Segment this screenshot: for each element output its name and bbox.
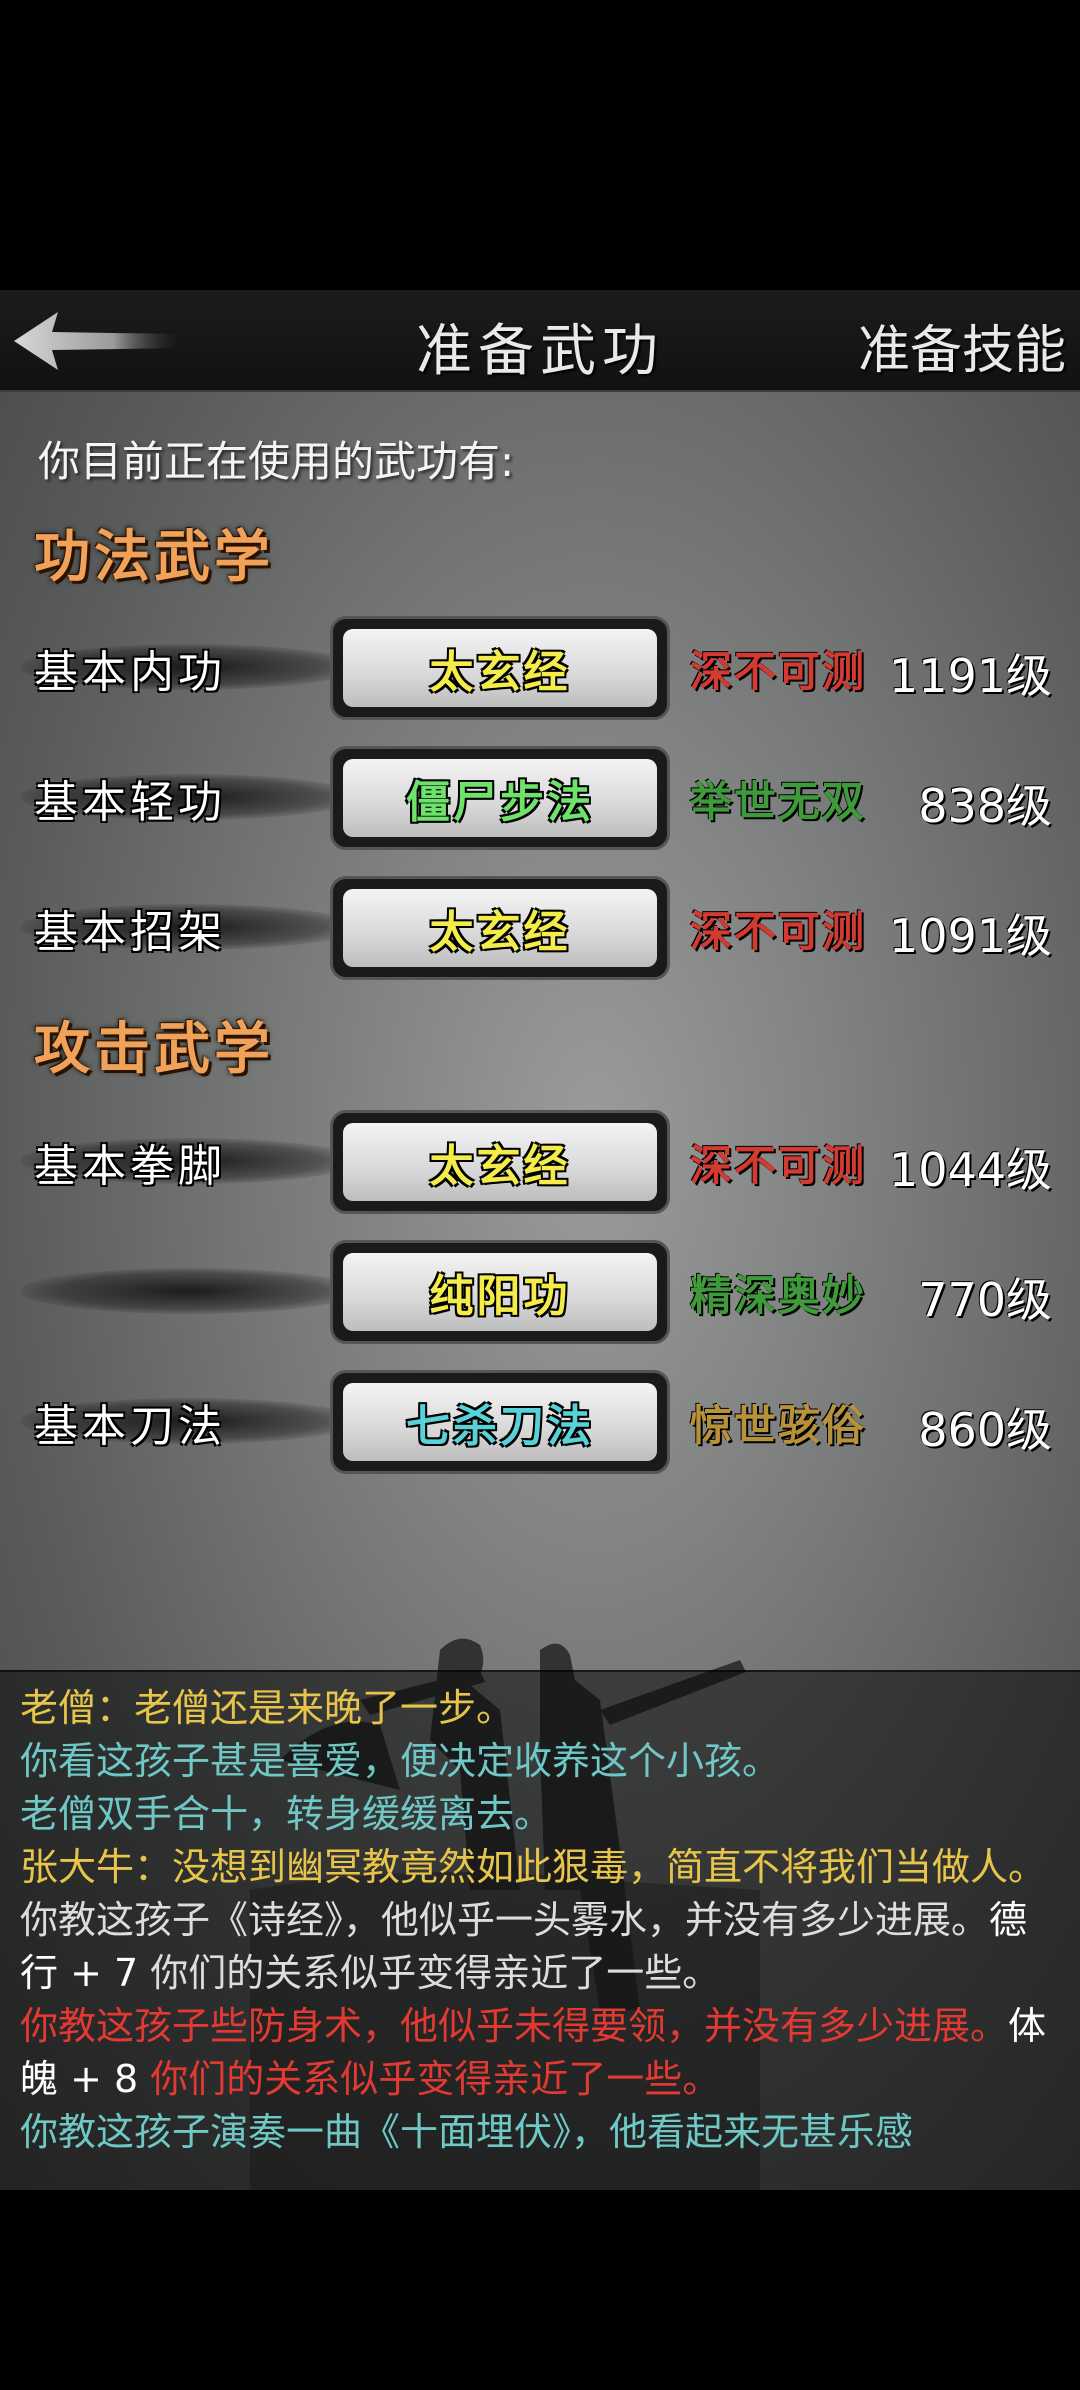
skill-name: 太玄经 [429, 1141, 571, 1192]
log-line: 老僧：老僧还是来晚了一步。 [20, 1682, 1060, 1735]
rank-text: 深不可测 [690, 1141, 867, 1190]
skill-select-button[interactable]: 纯阳功 [330, 1240, 670, 1344]
rank-text: 举世无双 [690, 777, 867, 826]
log-line: 你看这孩子甚是喜爱，便决定收养这个小孩。 [20, 1735, 1060, 1788]
skill-row: 纯阳功 精深奥妙 770级 [0, 1240, 1080, 1344]
row-label: 基本内功 [34, 647, 226, 698]
log-text: 你教这孩子《诗经》，他似乎一头雾水，并没有多少进展。 [20, 1898, 990, 1942]
log-text: 你教这孩子演奏一曲《十面埋伏》，他看起来无甚乐感 [20, 2110, 914, 2154]
ink-brush-stroke [20, 1268, 360, 1314]
skill-name: 纯阳功 [429, 1271, 571, 1322]
rank-text: 深不可测 [690, 647, 867, 696]
log-line: 你教这孩子《诗经》，他似乎一头雾水，并没有多少进展。德行 + 7 你们的关系似乎… [20, 1894, 1060, 2000]
level-text: 770级 [918, 1273, 1052, 1327]
section-title-attack: 攻击武学 [34, 1016, 274, 1082]
log-line: 老僧双手合十，转身缓缓离去。 [20, 1788, 1060, 1841]
log-text: 你们的关系似乎变得亲近了一些。 [150, 2057, 721, 2101]
section-title-internal: 功法武学 [34, 524, 274, 590]
skill-select-button[interactable]: 僵尸步法 [330, 746, 670, 850]
log-text: 你们的关系似乎变得亲近了一些。 [150, 1951, 721, 1995]
skill-name: 太玄经 [429, 647, 571, 698]
rank-text: 惊世骇俗 [690, 1401, 867, 1450]
prepare-skills-button[interactable]: 准备技能 [858, 308, 1066, 383]
skill-select-button[interactable]: 太玄经 [330, 1110, 670, 1214]
log-line: 张大牛：没想到幽冥教竟然如此狠毒，简直不将我们当做人。 [20, 1841, 1060, 1894]
log-text: 老僧：老僧还是来晚了一步。 [20, 1686, 515, 1730]
skill-name: 僵尸步法 [406, 777, 594, 828]
skill-row: 基本轻功 僵尸步法 举世无双 838级 [0, 746, 1080, 850]
skill-row: 基本内功 太玄经 深不可测 1191级 [0, 616, 1080, 720]
log-text: 老僧双手合十，转身缓缓离去。 [20, 1792, 553, 1836]
skill-name: 七杀刀法 [406, 1401, 594, 1452]
skill-row: 基本招架 太玄经 深不可测 1091级 [0, 876, 1080, 980]
header-bar: 准备武功 准备技能 [0, 290, 1080, 392]
row-label: 基本轻功 [34, 777, 226, 828]
rank-text: 深不可测 [690, 907, 867, 956]
log-line: 你教这孩子些防身术，他似乎未得要领，并没有多少进展。体魄 + 8 你们的关系似乎… [20, 2000, 1060, 2106]
row-label: 基本拳脚 [34, 1141, 226, 1192]
skill-select-button[interactable]: 太玄经 [330, 876, 670, 980]
row-label: 基本招架 [34, 907, 226, 958]
skill-row: 基本拳脚 太玄经 深不可测 1044级 [0, 1110, 1080, 1214]
log-text: 张大牛：没想到幽冥教竟然如此狠毒，简直不将我们当做人。 [20, 1845, 1047, 1889]
level-text: 838级 [918, 779, 1052, 833]
message-log: 老僧：老僧还是来晚了一步。你看这孩子甚是喜爱，便决定收养这个小孩。 老僧双手合十，… [0, 1670, 1080, 2190]
log-text: 你教这孩子些防身术，他似乎未得要领，并没有多少进展。 [20, 2004, 1009, 2048]
row-label: 基本刀法 [34, 1401, 226, 1452]
log-text: 你看这孩子甚是喜爱，便决定收养这个小孩。 [20, 1739, 781, 1783]
skill-name: 太玄经 [429, 907, 571, 958]
skill-select-button[interactable]: 七杀刀法 [330, 1370, 670, 1474]
log-line: 你教这孩子演奏一曲《十面埋伏》，他看起来无甚乐感 [20, 2106, 1060, 2159]
game-screen: 准备武功 准备技能 你目前正在使用的武功有: 功法武学 基本内功 太玄经 深不可… [0, 290, 1080, 2190]
level-text: 860级 [918, 1403, 1052, 1457]
level-text: 1191级 [888, 649, 1052, 703]
level-text: 1044级 [888, 1143, 1052, 1197]
skill-row: 基本刀法 七杀刀法 惊世骇俗 860级 [0, 1370, 1080, 1474]
intro-text: 你目前正在使用的武功有: [38, 437, 515, 486]
skill-select-button[interactable]: 太玄经 [330, 616, 670, 720]
rank-text: 精深奥妙 [690, 1271, 867, 1320]
level-text: 1091级 [888, 909, 1052, 963]
